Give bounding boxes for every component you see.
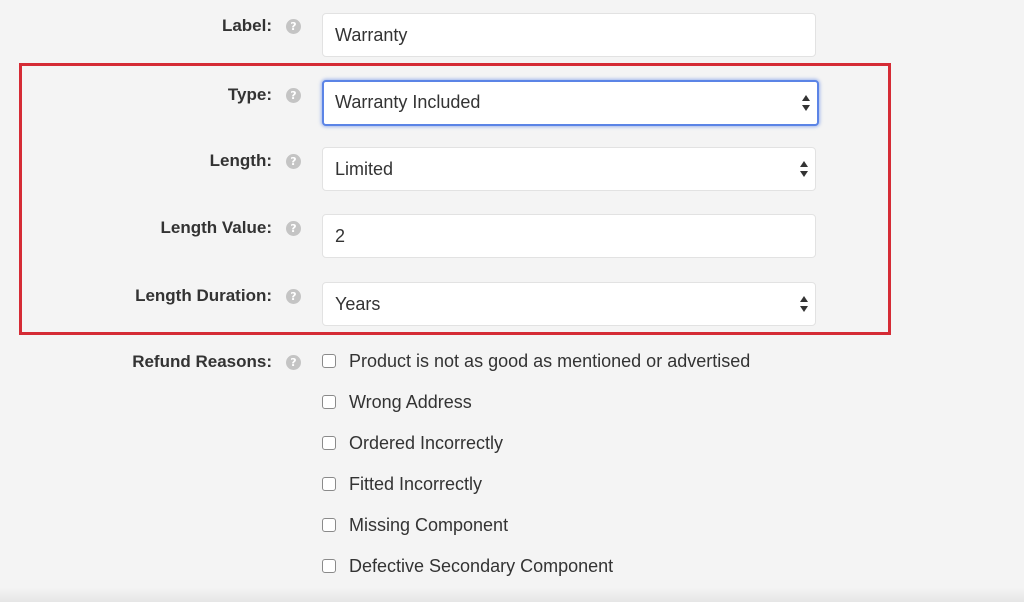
type-select[interactable]: Warranty Included	[322, 80, 819, 126]
refund-reason-checkbox[interactable]	[322, 559, 336, 573]
length-duration-select[interactable]: Years	[322, 282, 816, 326]
refund-reasons-field-label: Refund Reasons:	[132, 352, 272, 371]
length-duration-help-icon[interactable]: ?	[286, 289, 301, 304]
length-help-icon[interactable]: ?	[286, 154, 301, 169]
label-input[interactable]: Warranty	[322, 13, 816, 57]
refund-reason-label: Wrong Address	[349, 391, 472, 412]
refund-reason-label: Ordered Incorrectly	[349, 432, 504, 453]
bottom-fade	[0, 588, 1024, 602]
length-select-value: Limited	[335, 159, 394, 179]
refund-reason-checkbox[interactable]	[322, 477, 336, 491]
select-arrows-icon	[799, 160, 809, 178]
refund-reason-option[interactable]: Wrong Address	[322, 390, 472, 414]
refund-reason-option[interactable]: Defective Secondary Component	[322, 554, 613, 578]
refund-reason-label: Product is not as good as mentioned or a…	[349, 350, 751, 371]
warranty-form-page: Label: ? Warranty Type: ? Warranty Inclu…	[0, 0, 1024, 602]
refund-reason-checkbox[interactable]	[322, 436, 336, 450]
type-select-value: Warranty Included	[335, 92, 481, 112]
refund-reasons-help-icon[interactable]: ?	[286, 355, 301, 370]
length-duration-field-label: Length Duration:	[135, 286, 272, 305]
refund-reason-label: Defective Secondary Component	[349, 555, 614, 576]
select-arrows-icon	[801, 94, 811, 112]
refund-reason-label: Missing Component	[349, 514, 509, 535]
refund-reason-option[interactable]: Missing Component	[322, 513, 508, 537]
refund-reason-checkbox[interactable]	[322, 518, 336, 532]
refund-reason-option[interactable]: Fitted Incorrectly	[322, 472, 482, 496]
length-value-input[interactable]: 2	[322, 214, 816, 258]
length-duration-select-value: Years	[335, 294, 381, 314]
select-arrows-icon	[799, 295, 809, 313]
length-field-label: Length:	[209, 151, 272, 170]
type-field-label: Type:	[227, 85, 272, 104]
length-select[interactable]: Limited	[322, 147, 816, 191]
refund-reason-option[interactable]: Product is not as good as mentioned or a…	[322, 349, 750, 373]
refund-reason-checkbox[interactable]	[322, 354, 336, 368]
label-help-icon[interactable]: ?	[286, 19, 301, 34]
length-value-help-icon[interactable]: ?	[286, 221, 301, 236]
length-value-field-label: Length Value:	[160, 218, 272, 237]
refund-reason-option[interactable]: Ordered Incorrectly	[322, 431, 503, 455]
refund-reason-checkbox[interactable]	[322, 395, 336, 409]
type-help-icon[interactable]: ?	[286, 88, 301, 103]
refund-reason-label: Fitted Incorrectly	[349, 473, 483, 494]
label-field-label: Label:	[221, 16, 272, 35]
